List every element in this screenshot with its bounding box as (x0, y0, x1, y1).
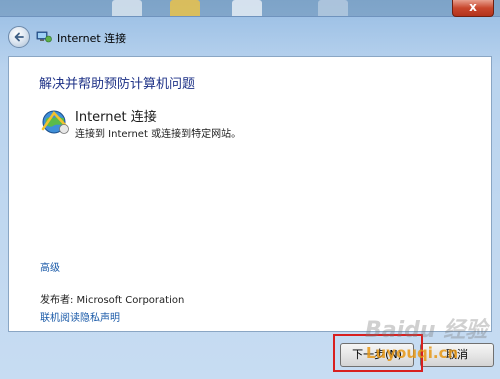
privacy-statement-link[interactable]: 联机阅读隐私声明 (40, 309, 120, 324)
advanced-link[interactable]: 高级 (40, 259, 60, 274)
back-arrow-icon (14, 32, 24, 42)
baidu-watermark: Baidu 经验 (365, 318, 488, 343)
site-watermark: Luyouqi.cn (366, 344, 459, 362)
network-troubleshoot-icon (36, 31, 52, 43)
troubleshooter-item-description: 连接到 Internet 或连接到特定网站。 (75, 129, 242, 140)
title-bar: Internet 连接 (0, 16, 500, 56)
window-title: Internet 连接 (57, 32, 127, 45)
back-button[interactable] (8, 26, 30, 48)
page-heading: 解决并帮助预防计算机问题 (39, 77, 196, 92)
publisher-text: 发布者: Microsoft Corporation (40, 295, 185, 306)
close-button[interactable]: x (452, 0, 494, 17)
internet-globe-icon[interactable] (40, 107, 70, 137)
content-panel: 解决并帮助预防计算机问题 Internet 连接 连接到 Internet 或连… (8, 56, 492, 332)
troubleshooter-item-title[interactable]: Internet 连接 (75, 106, 157, 125)
